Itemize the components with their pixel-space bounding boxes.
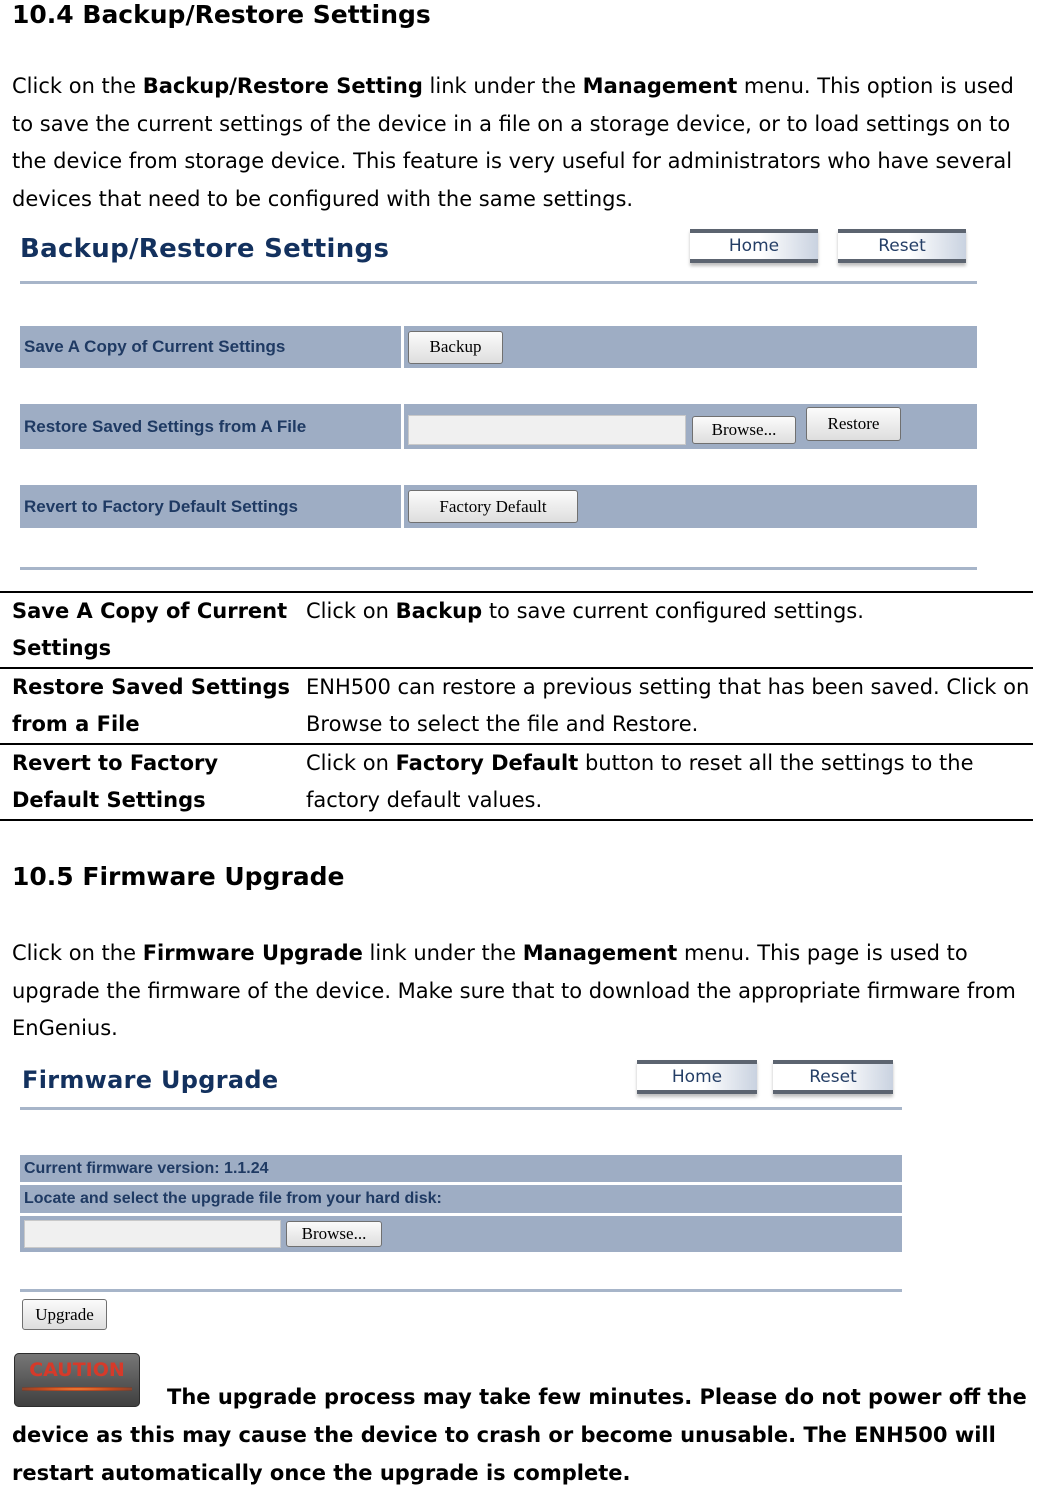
firmware-file-row: Browse... [20,1216,902,1252]
firmware-file-input[interactable] [24,1220,281,1248]
table-row: Save A Copy of Current Settings Click on… [0,592,1033,668]
table-row: Restore Saved Settings from a File ENH50… [0,668,1033,744]
text: Click on the [12,941,143,965]
text: to save current configured settings. [482,599,864,623]
bold-text: Firmware Upgrade [142,941,363,965]
browse-button[interactable]: Browse... [692,415,796,444]
bold-text: Backup [395,599,483,623]
reset-button[interactable]: Reset [773,1060,893,1094]
bold-text: Backup/Restore Setting [142,74,423,98]
row-label-factory-default: Revert to Factory Default Settings [20,485,401,528]
locate-file-label: Locate and select the upgrade file from … [20,1185,902,1213]
table-row: Revert to Factory Default Settings Click… [0,744,1033,820]
bold-text: Factory Default [395,751,579,775]
section-heading-firmware-upgrade: 10.5 Firmware Upgrade [12,862,345,891]
text: link under the [422,74,583,98]
caution-text: The upgrade process may take few minutes… [12,1385,1027,1485]
text: link under the [362,941,523,965]
table-value: Click on Backup to save current configur… [294,592,1033,668]
firmware-version-label: Current firmware version: 1.1.24 [20,1155,902,1182]
backup-ui-title: Backup/Restore Settings [20,234,390,264]
bold-text: Management [582,74,738,98]
table-value: ENH500 can restore a previous setting th… [294,668,1033,744]
backup-button[interactable]: Backup [408,330,503,364]
factory-default-button[interactable]: Factory Default [408,490,578,523]
home-button[interactable]: Home [690,229,818,263]
settings-description-table: Save A Copy of Current Settings Click on… [0,591,1033,821]
text: Click on [306,599,396,623]
restore-file-input[interactable] [408,414,686,445]
divider [20,1107,902,1110]
table-key: Revert to Factory Default Settings [12,751,219,812]
browse-button[interactable]: Browse... [286,1221,382,1247]
reset-button[interactable]: Reset [838,229,966,263]
firmware-intro-paragraph: Click on the Firmware Upgrade link under… [12,935,1037,1048]
row-label-save-copy: Save A Copy of Current Settings [20,326,401,368]
divider [20,1289,902,1292]
table-key: Restore Saved Settings from a File [12,675,290,736]
table-key: Save A Copy of Current Settings [12,599,288,660]
restore-button[interactable]: Restore [806,406,901,441]
upgrade-button[interactable]: Upgrade [22,1299,107,1330]
backup-intro-paragraph: Click on the Backup/Restore Setting link… [12,68,1037,218]
text: Click on [306,751,396,775]
row-control-factory-default: Factory Default [404,485,977,528]
home-button[interactable]: Home [637,1060,757,1094]
firmware-ui-title: Firmware Upgrade [22,1066,279,1094]
section-heading-backup-restore: 10.4 Backup/Restore Settings [12,0,431,29]
divider [20,567,977,570]
bold-text: Management [522,941,678,965]
divider [20,281,977,284]
row-control-restore: Browse... Restore [404,404,977,449]
row-control-save-copy: Backup [404,326,977,368]
table-value: Click on Factory Default button to reset… [294,744,1033,820]
row-label-restore: Restore Saved Settings from A File [20,404,401,449]
text: ENH500 can restore a previous setting th… [306,675,1030,736]
text: Click on the [12,74,143,98]
